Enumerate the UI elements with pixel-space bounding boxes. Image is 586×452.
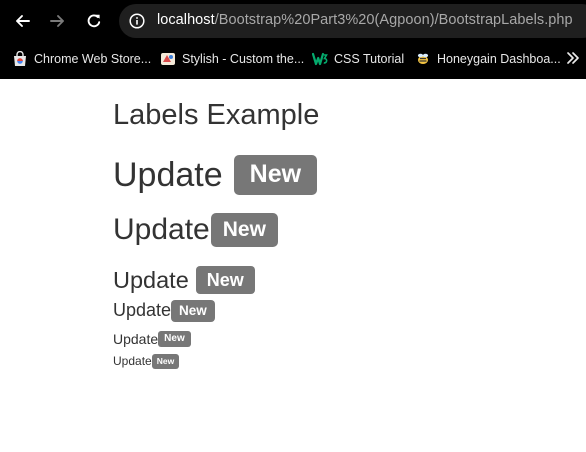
bookmark-label: Chrome Web Store...: [34, 52, 152, 66]
new-label-badge: New: [171, 300, 215, 322]
chevron-double-right-icon[interactable]: [565, 50, 581, 66]
url-text[interactable]: localhost/Bootstrap%20Part3%20(Agpoon)/B…: [157, 12, 573, 28]
page-title: Labels Example: [113, 99, 320, 131]
url-host: localhost: [157, 12, 215, 28]
bookmark-label: CSS Tutorial: [334, 52, 405, 66]
heading-h6: Update New: [113, 354, 180, 369]
heading-h1: Update New: [113, 155, 318, 195]
page-content: Labels Example Update New Update New Upd…: [0, 79, 586, 452]
reload-icon: [87, 14, 101, 28]
heading-text: Update: [113, 213, 210, 246]
reload-button[interactable]: [80, 7, 108, 35]
new-label-badge: New: [158, 331, 191, 347]
heading-text: Update: [113, 300, 172, 321]
heading-h2: Update New: [113, 213, 278, 247]
honeygain-icon: [417, 53, 429, 64]
chrome-web-store-icon: [14, 51, 26, 66]
arrow-right-icon: [50, 15, 64, 27]
stylish-icon: [161, 53, 175, 65]
arrow-left-icon: [16, 15, 30, 27]
info-icon[interactable]: [129, 13, 145, 29]
bookmark-stylish[interactable]: Stylish - Custom the...: [160, 50, 304, 68]
heading-h5: Update New: [113, 331, 191, 347]
forward-button[interactable]: [44, 7, 72, 35]
heading-h4: Update New: [113, 300, 215, 322]
new-label-badge: New: [151, 354, 180, 369]
bookmarks-bar: Chrome Web Store... Stylish - Custom the…: [0, 42, 586, 75]
heading-text: Update: [113, 354, 152, 369]
heading-text: Update: [113, 331, 159, 347]
heading-text: Update: [113, 266, 189, 293]
w3schools-icon: [312, 52, 328, 66]
bookmark-chrome-web-store[interactable]: Chrome Web Store...: [12, 50, 151, 68]
bookmark-label: Honeygain Dashboa...: [437, 52, 561, 66]
bookmark-css-tutorial[interactable]: CSS Tutorial: [312, 50, 404, 68]
new-label-badge: New: [195, 266, 255, 294]
back-button[interactable]: [8, 7, 36, 35]
browser-chrome: localhost/Bootstrap%20Part3%20(Agpoon)/B…: [0, 0, 586, 79]
url-path: /Bootstrap%20Part3%20(Agpoon)/BootstrapL…: [214, 12, 573, 28]
new-label-badge: New: [210, 213, 278, 247]
address-bar[interactable]: localhost/Bootstrap%20Part3%20(Agpoon)/B…: [119, 4, 586, 38]
bookmark-label: Stylish - Custom the...: [182, 52, 305, 66]
heading-text: Update: [113, 155, 223, 194]
bookmark-honeygain[interactable]: Honeygain Dashboa...: [415, 50, 561, 68]
new-label-badge: New: [233, 155, 318, 195]
browser-toolbar: localhost/Bootstrap%20Part3%20(Agpoon)/B…: [0, 0, 586, 42]
heading-h3: Update New: [113, 266, 255, 294]
